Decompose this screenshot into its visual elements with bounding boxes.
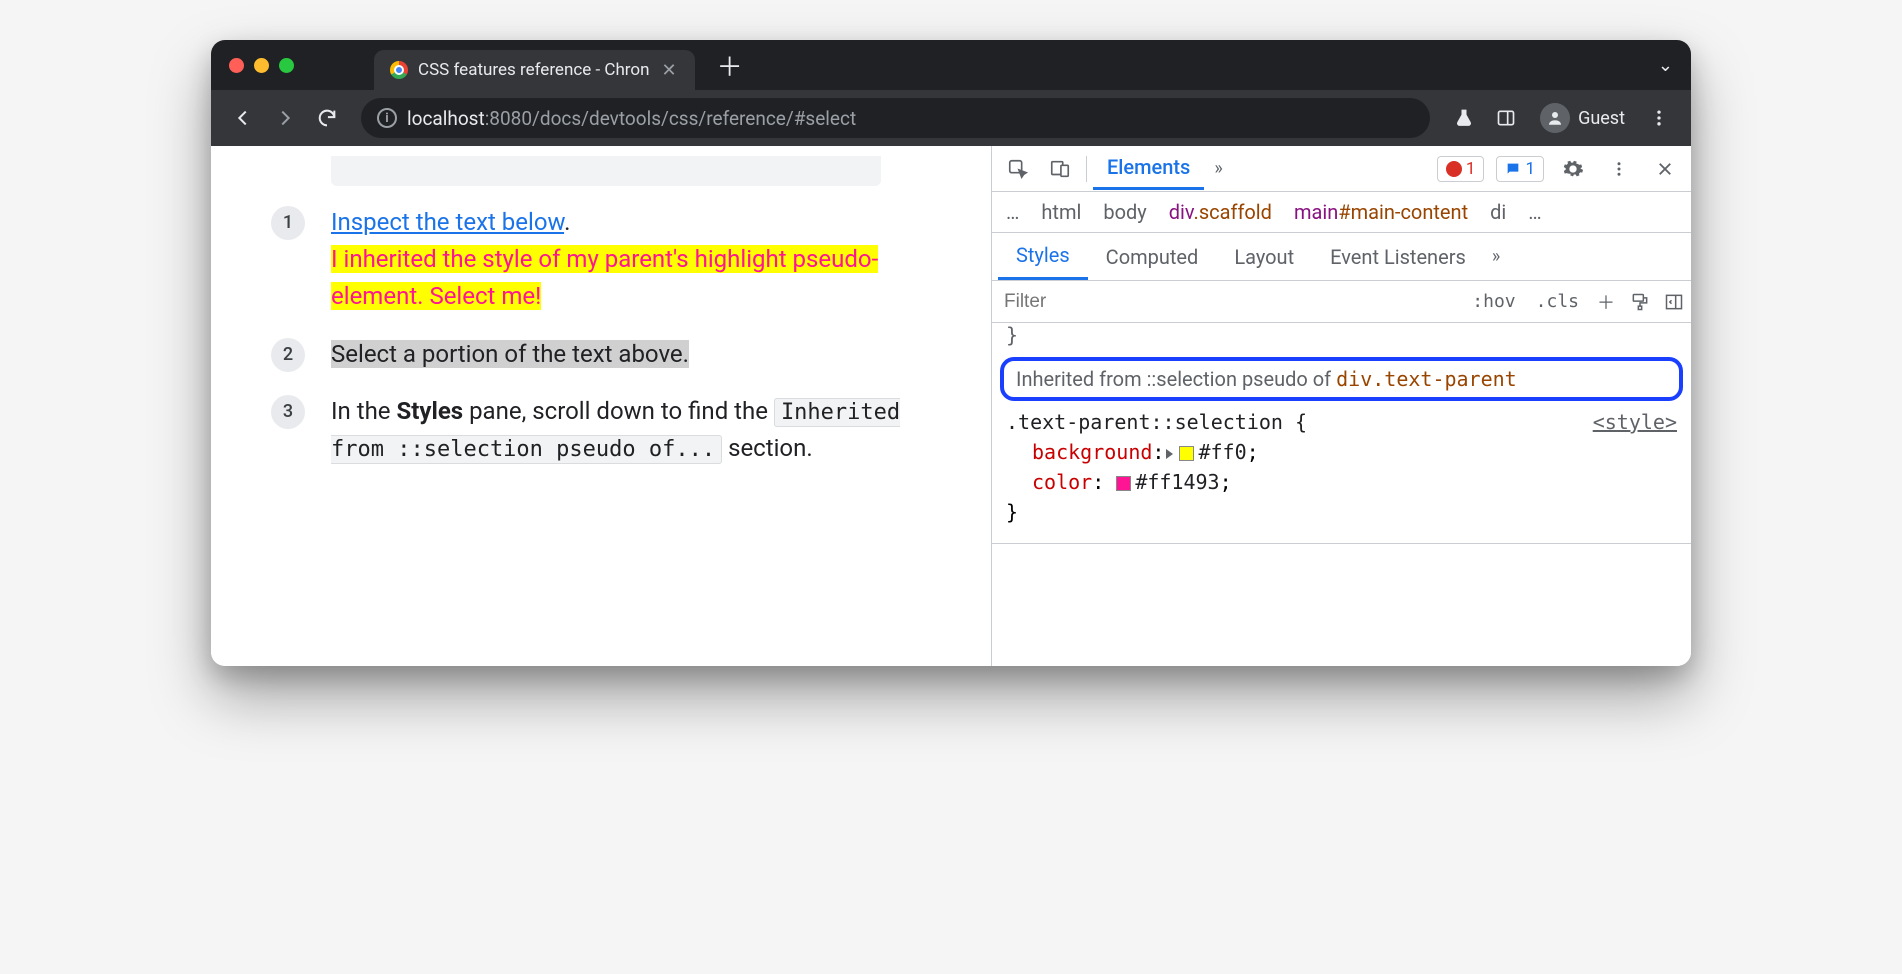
error-badge[interactable]: 1 (1437, 156, 1485, 182)
devtools-kebab-icon[interactable] (1599, 149, 1639, 189)
tab-title: CSS features reference - Chron (418, 60, 649, 80)
rule-close-brace: } (1006, 497, 1677, 527)
color-swatch-background[interactable] (1179, 446, 1194, 461)
cls-toggle[interactable]: .cls (1526, 287, 1589, 316)
new-tab-button[interactable]: ＋ (717, 47, 743, 84)
styles-subtabs: Styles Computed Layout Event Listeners » (992, 233, 1691, 281)
browser-tab[interactable]: CSS features reference - Chron ✕ (374, 50, 695, 90)
device-toggle-icon[interactable] (1040, 149, 1080, 189)
step-2: Select a portion of the text above. (271, 336, 961, 373)
step-3: In the Styles pane, scroll down to find … (271, 393, 961, 467)
rule-source-link[interactable]: <style> (1593, 407, 1677, 437)
url-text: localhost:8080/docs/devtools/css/referen… (407, 107, 856, 130)
subtab-event-listeners[interactable]: Event Listeners (1312, 235, 1484, 279)
reload-button[interactable] (309, 100, 345, 136)
chrome-favicon-icon (390, 61, 408, 79)
subtab-layout[interactable]: Layout (1216, 235, 1312, 279)
page-viewport: Inspect the text below. I inherited the … (211, 146, 991, 666)
crumb-ellipsis[interactable]: … (1006, 200, 1019, 224)
toggle-sidebar-icon[interactable] (1657, 292, 1691, 312)
crumb-div-scaffold[interactable]: div.scaffold (1169, 200, 1272, 224)
close-window-button[interactable] (229, 58, 244, 73)
rule-fragment: } (992, 323, 1691, 347)
inherited-selector[interactable]: div.text-parent (1336, 367, 1517, 391)
inspect-element-icon[interactable] (998, 149, 1038, 189)
address-bar[interactable]: i localhost:8080/docs/devtools/css/refer… (361, 98, 1430, 138)
subtab-styles[interactable]: Styles (998, 233, 1088, 280)
message-badge[interactable]: 1 (1496, 156, 1544, 182)
separator (1086, 156, 1087, 182)
breadcrumb[interactable]: … html body div.scaffold main#main-conte… (992, 192, 1691, 233)
css-declaration-color[interactable]: color: #ff1493; (1006, 467, 1677, 497)
paint-icon[interactable] (1623, 292, 1657, 312)
minimize-window-button[interactable] (254, 58, 269, 73)
profile-chip[interactable]: Guest (1530, 99, 1635, 137)
forward-button[interactable] (267, 100, 303, 136)
close-tab-icon[interactable]: ✕ (659, 60, 678, 81)
collapsed-block (331, 156, 881, 186)
titlebar: CSS features reference - Chron ✕ ＋ ⌄ (211, 40, 1691, 90)
url-path: /docs/devtools/css/reference/#select (532, 107, 856, 130)
devtools-toolbar: Elements » 1 1 (992, 146, 1691, 192)
subtabs-more-icon[interactable]: » (1484, 246, 1508, 267)
css-declaration-background[interactable]: background:#ff0; (1006, 437, 1677, 467)
css-rule[interactable]: <style> .text-parent::selection { backgr… (992, 405, 1691, 537)
labs-icon[interactable] (1446, 100, 1482, 136)
avatar-icon (1540, 103, 1570, 133)
inspect-link[interactable]: Inspect the text below (331, 208, 564, 236)
kebab-menu-icon[interactable] (1641, 100, 1677, 136)
panel-icon[interactable] (1488, 100, 1524, 136)
crumb-end[interactable]: … (1528, 200, 1541, 224)
rule-selector[interactable]: .text-parent::selection { (1006, 407, 1677, 437)
crumb-di[interactable]: di (1490, 200, 1506, 224)
browser-window: CSS features reference - Chron ✕ ＋ ⌄ i l… (211, 40, 1691, 666)
devtools-panel: Elements » 1 1 (991, 146, 1691, 666)
new-style-rule-icon[interactable]: ＋ (1589, 289, 1623, 315)
color-swatch-color[interactable] (1116, 476, 1131, 491)
url-host: localhost (407, 107, 485, 130)
window-controls (229, 58, 294, 73)
crumb-html[interactable]: html (1041, 200, 1081, 224)
crumb-body[interactable]: body (1103, 200, 1146, 224)
step-2-text[interactable]: Select a portion of the text above. (331, 340, 689, 368)
tab-elements[interactable]: Elements (1093, 147, 1204, 190)
styles-bold: Styles (396, 397, 463, 425)
hov-toggle[interactable]: :hov (1462, 287, 1525, 316)
crumb-main[interactable]: main#main-content (1294, 200, 1468, 224)
subtab-computed[interactable]: Computed (1088, 235, 1217, 279)
styles-filterbar: :hov .cls ＋ (992, 281, 1691, 323)
styles-filter-input[interactable] (992, 285, 1462, 319)
settings-icon[interactable] (1553, 149, 1593, 189)
profile-label: Guest (1578, 108, 1625, 129)
back-button[interactable] (225, 100, 261, 136)
highlighted-text[interactable]: I inherited the style of my parent's hig… (331, 245, 878, 310)
tabs-overflow-icon[interactable]: ⌄ (1658, 55, 1673, 76)
inherited-from-header[interactable]: Inherited from ::selection pseudo of div… (1000, 357, 1683, 401)
site-info-icon[interactable]: i (377, 108, 397, 128)
expand-icon[interactable] (1166, 449, 1173, 459)
steps-list: Inspect the text below. I inherited the … (271, 204, 961, 467)
url-port: :8080 (485, 107, 532, 130)
tabs-more-icon[interactable]: » (1206, 158, 1230, 179)
browser-toolbar: i localhost:8080/docs/devtools/css/refer… (211, 90, 1691, 146)
maximize-window-button[interactable] (279, 58, 294, 73)
close-devtools-icon[interactable] (1645, 149, 1685, 189)
step-1: Inspect the text below. I inherited the … (271, 204, 961, 316)
content-area: Inspect the text below. I inherited the … (211, 146, 1691, 666)
